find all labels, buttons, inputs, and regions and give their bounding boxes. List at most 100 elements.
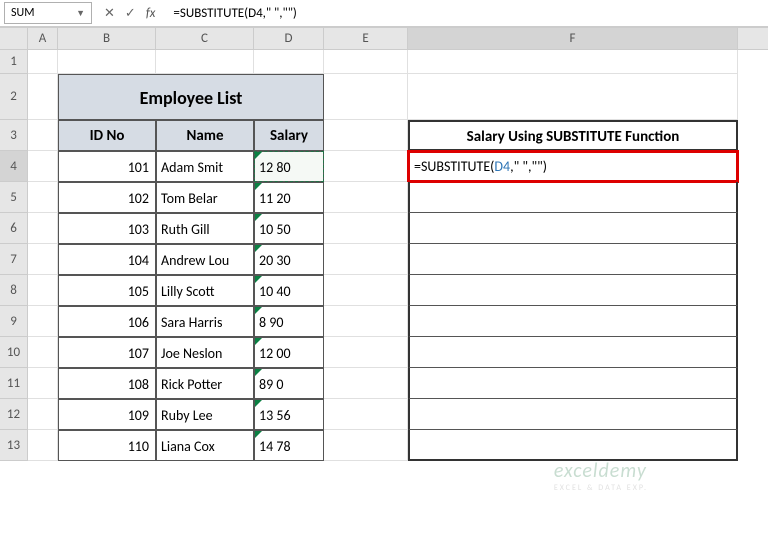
col-header[interactable]: F: [408, 28, 738, 49]
cell[interactable]: [28, 275, 58, 306]
cell[interactable]: [408, 213, 738, 244]
cell[interactable]: [408, 368, 738, 399]
row-header[interactable]: 9: [0, 306, 28, 337]
cell[interactable]: [408, 399, 738, 430]
title-cell[interactable]: Employee List: [58, 74, 324, 120]
cell[interactable]: Liana Cox: [156, 430, 254, 461]
cell[interactable]: [408, 306, 738, 337]
header-cell[interactable]: ID No: [58, 120, 156, 151]
cell[interactable]: [58, 50, 156, 74]
cell[interactable]: [408, 337, 738, 368]
cell[interactable]: [28, 399, 58, 430]
cell[interactable]: [28, 306, 58, 337]
cell[interactable]: Sara Harris: [156, 306, 254, 337]
col-header[interactable]: E: [324, 28, 408, 49]
cell[interactable]: 101: [58, 151, 156, 182]
cell[interactable]: 11 20: [254, 182, 324, 213]
cell[interactable]: Lilly Scott: [156, 275, 254, 306]
cell[interactable]: 108: [58, 368, 156, 399]
fx-icon[interactable]: fx: [146, 6, 156, 21]
cancel-icon[interactable]: ✕: [104, 6, 115, 21]
cell[interactable]: [408, 182, 738, 213]
dropdown-icon[interactable]: ▼: [76, 8, 85, 19]
cell[interactable]: [324, 275, 408, 306]
row-header[interactable]: 13: [0, 430, 28, 461]
cell[interactable]: 12 80: [254, 151, 324, 182]
col-header[interactable]: B: [58, 28, 156, 49]
row-header[interactable]: 3: [0, 120, 28, 151]
cell[interactable]: [324, 213, 408, 244]
col-header[interactable]: A: [28, 28, 58, 49]
cell[interactable]: Joe Neslon: [156, 337, 254, 368]
cell[interactable]: [254, 50, 324, 74]
header-cell[interactable]: Salary: [254, 120, 324, 151]
cell[interactable]: [324, 244, 408, 275]
cell[interactable]: 102: [58, 182, 156, 213]
cell[interactable]: 20 30: [254, 244, 324, 275]
cell[interactable]: 12 00: [254, 337, 324, 368]
cell[interactable]: [408, 275, 738, 306]
cell[interactable]: [28, 120, 58, 151]
cell[interactable]: 105: [58, 275, 156, 306]
cell[interactable]: [28, 430, 58, 461]
cell[interactable]: 104: [58, 244, 156, 275]
cell[interactable]: [408, 50, 738, 74]
cell[interactable]: Tom Belar: [156, 182, 254, 213]
row-header[interactable]: 7: [0, 244, 28, 275]
row-header[interactable]: 6: [0, 213, 28, 244]
cell[interactable]: [324, 368, 408, 399]
row-header[interactable]: 5: [0, 182, 28, 213]
row-header[interactable]: 4: [0, 151, 28, 182]
row-header[interactable]: 8: [0, 275, 28, 306]
row-header[interactable]: 2: [0, 74, 28, 120]
cell[interactable]: [28, 244, 58, 275]
cell[interactable]: [408, 430, 738, 461]
active-formula-cell[interactable]: =SUBSTITUTE(D4," ",""): [408, 151, 738, 182]
cell[interactable]: [324, 182, 408, 213]
row-header[interactable]: 12: [0, 399, 28, 430]
cell[interactable]: 8 90: [254, 306, 324, 337]
cell[interactable]: 107: [58, 337, 156, 368]
enter-icon[interactable]: ✓: [125, 6, 136, 21]
formula-input[interactable]: =SUBSTITUTE(D4," ",""): [167, 6, 768, 21]
cell[interactable]: Rick Potter: [156, 368, 254, 399]
cell[interactable]: 110: [58, 430, 156, 461]
cell[interactable]: [324, 50, 408, 74]
cell[interactable]: 109: [58, 399, 156, 430]
col-header[interactable]: C: [156, 28, 254, 49]
cell[interactable]: 106: [58, 306, 156, 337]
cell[interactable]: [28, 151, 58, 182]
cell[interactable]: [408, 244, 738, 275]
cell[interactable]: [408, 74, 738, 120]
cell[interactable]: 10 40: [254, 275, 324, 306]
cell[interactable]: [28, 337, 58, 368]
name-box[interactable]: SUM ▼: [4, 2, 92, 24]
col-header[interactable]: D: [254, 28, 324, 49]
cell[interactable]: [28, 50, 58, 74]
row-header[interactable]: 1: [0, 50, 28, 74]
header-cell[interactable]: Salary Using SUBSTITUTE Function: [408, 120, 738, 151]
cell[interactable]: Ruby Lee: [156, 399, 254, 430]
cell[interactable]: 13 56: [254, 399, 324, 430]
cell[interactable]: [324, 399, 408, 430]
cell[interactable]: [28, 213, 58, 244]
header-cell[interactable]: Name: [156, 120, 254, 151]
cell[interactable]: [156, 50, 254, 74]
cell[interactable]: [324, 306, 408, 337]
row-header[interactable]: 11: [0, 368, 28, 399]
cell[interactable]: [324, 74, 408, 120]
cell[interactable]: 10 50: [254, 213, 324, 244]
cell[interactable]: [28, 74, 58, 120]
cell[interactable]: 89 0: [254, 368, 324, 399]
cell[interactable]: Adam Smit: [156, 151, 254, 182]
cell[interactable]: 14 78: [254, 430, 324, 461]
cell[interactable]: Ruth Gill: [156, 213, 254, 244]
cell[interactable]: [324, 151, 408, 182]
cell[interactable]: [324, 120, 408, 151]
cell[interactable]: Andrew Lou: [156, 244, 254, 275]
cell[interactable]: [324, 337, 408, 368]
cell[interactable]: [28, 368, 58, 399]
cell[interactable]: 103: [58, 213, 156, 244]
row-header[interactable]: 10: [0, 337, 28, 368]
cell[interactable]: [324, 430, 408, 461]
